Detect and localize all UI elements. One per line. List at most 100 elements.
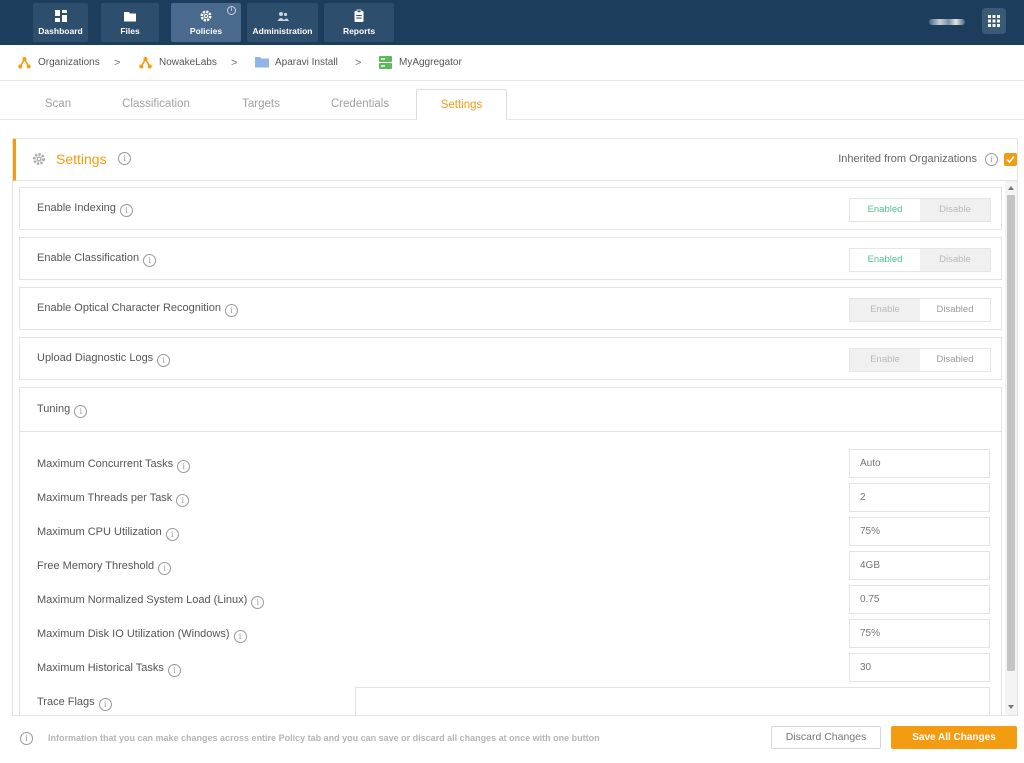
info-icon[interactable]: i [985, 153, 998, 166]
info-icon[interactable]: i [119, 204, 133, 217]
field-label: Maximum Historical Tasks i [37, 662, 181, 677]
nav-reports-label: Reports [342, 26, 376, 36]
field-label-text: Maximum Historical Tasks [37, 662, 164, 674]
max-system-load-input[interactable] [849, 585, 990, 614]
scroll-down-icon[interactable] [1008, 705, 1014, 709]
checkmark-icon [1006, 155, 1015, 164]
tuning-section: Tuningi Maximum Concurrent Tasksi Maximu… [19, 387, 1002, 715]
nav-policies[interactable]: Policies i [171, 3, 241, 42]
folder-icon [255, 57, 269, 68]
info-icon[interactable]: i [177, 460, 191, 473]
tab-credentials[interactable]: Credentials [320, 89, 400, 120]
field-label: Maximum Threads per Task i [37, 492, 190, 507]
inherited-checkbox[interactable] [1004, 153, 1017, 166]
max-cpu-utilization-input[interactable] [849, 517, 990, 546]
footer-info-text: Information that you can make changes ac… [48, 733, 600, 743]
vertical-scrollbar[interactable] [1005, 181, 1017, 715]
setting-label: Enable Classification i [37, 252, 157, 267]
info-icon[interactable]: i [157, 354, 171, 367]
field-label: Trace Flags i [37, 696, 112, 711]
info-icon[interactable]: i [118, 152, 131, 165]
field-label-text: Maximum Normalized System Load (Linux) [37, 594, 248, 606]
tab-classification[interactable]: Classification [110, 89, 202, 120]
info-icon[interactable]: i [74, 405, 88, 418]
tab-settings[interactable]: Settings [416, 89, 507, 120]
field-label-text: Maximum Threads per Task [37, 492, 173, 504]
grid-icon [988, 15, 1000, 27]
setting-label-text: Upload Diagnostic Logs [37, 352, 154, 364]
nav-dashboard[interactable]: Dashboard [33, 3, 88, 42]
field-label-text: Maximum Disk IO Utilization (Windows) [37, 628, 230, 640]
users-icon [277, 12, 289, 21]
scrollbar-thumb[interactable] [1007, 195, 1015, 671]
nav-administration[interactable]: Administration [247, 3, 318, 42]
policy-tabs: Scan Classification Targets Credentials … [0, 81, 1024, 120]
indexing-toggle: Enabled Disable [849, 198, 991, 222]
trace-flags-input[interactable] [355, 687, 990, 715]
field-label-text: Maximum CPU Utilization [37, 526, 162, 538]
user-name-blurred[interactable] [929, 19, 965, 25]
info-icon[interactable]: i [165, 528, 179, 541]
ocr-disabled-option[interactable]: Disabled [920, 299, 990, 321]
top-navigation: Dashboard Files Policies i Administratio… [0, 0, 1024, 45]
info-icon: i [227, 6, 236, 15]
setting-row-indexing: Enable Indexing i Enabled Disable [19, 187, 1002, 230]
save-all-changes-button[interactable]: Save All Changes [891, 726, 1017, 749]
field-label-text: Trace Flags [37, 696, 95, 708]
max-disk-io-input[interactable] [849, 619, 990, 648]
field-row: Trace Flags i [20, 687, 1001, 715]
max-historical-tasks-input[interactable] [849, 653, 990, 682]
setting-label: Upload Diagnostic Logs i [37, 352, 171, 367]
field-label: Maximum Concurrent Tasks i [37, 458, 191, 473]
field-label: Free Memory Threshold i [37, 560, 172, 575]
info-icon[interactable]: i [98, 698, 112, 711]
setting-row-classification: Enable Classification i Enabled Disable [19, 237, 1002, 280]
breadcrumb-nowakelabs[interactable]: NowakeLabs [139, 55, 224, 71]
nav-reports[interactable]: Reports [324, 3, 394, 42]
diagnostic-logs-toggle: Enable Disabled [849, 348, 991, 372]
setting-row-diagnostic-logs: Upload Diagnostic Logs i Enable Disabled [19, 337, 1002, 380]
breadcrumb-myaggregator[interactable]: MyAggregator [379, 55, 479, 71]
info-icon[interactable]: i [176, 494, 190, 507]
ocr-enable-option[interactable]: Enable [850, 299, 920, 321]
nav-dashboard-label: Dashboard [38, 26, 83, 36]
field-row: Maximum Threads per Task i [20, 483, 1001, 513]
info-icon[interactable]: i [251, 596, 265, 609]
apps-button[interactable] [982, 8, 1006, 34]
max-threads-per-task-input[interactable] [849, 483, 990, 512]
indexing-disable-option[interactable]: Disable [920, 199, 990, 221]
discard-changes-button[interactable]: Discard Changes [771, 726, 881, 749]
breadcrumb-aparavi-install[interactable]: Aparavi Install [255, 55, 350, 71]
diagnostic-logs-enable-option[interactable]: Enable [850, 349, 920, 371]
nav-files[interactable]: Files [101, 3, 159, 42]
free-memory-threshold-input[interactable] [849, 551, 990, 580]
breadcrumb-label: Organizations [38, 57, 100, 68]
info-icon[interactable]: i [233, 630, 247, 643]
classification-enabled-option[interactable]: Enabled [850, 249, 920, 271]
breadcrumb-organizations[interactable]: Organizations [18, 55, 108, 71]
scroll-up-icon[interactable] [1008, 186, 1014, 190]
tab-targets[interactable]: Targets [226, 89, 296, 120]
panel-title: Settings [56, 151, 107, 167]
setting-label-text: Enable Indexing [37, 202, 116, 214]
field-row: Maximum Concurrent Tasks i [20, 449, 1001, 479]
diagnostic-logs-disabled-option[interactable]: Disabled [920, 349, 990, 371]
ocr-toggle: Enable Disabled [849, 298, 991, 322]
info-icon[interactable]: i [225, 304, 239, 317]
tab-scan[interactable]: Scan [30, 89, 86, 120]
info-icon[interactable]: i [167, 664, 181, 677]
info-icon[interactable]: i [158, 562, 172, 575]
indexing-enabled-option[interactable]: Enabled [850, 199, 920, 221]
field-label-text: Maximum Concurrent Tasks [37, 458, 174, 470]
field-label: Maximum Normalized System Load (Linux) i [37, 594, 265, 609]
gear-icon [33, 153, 45, 165]
field-label: Maximum Disk IO Utilization (Windows) i [37, 628, 247, 643]
classification-disable-option[interactable]: Disable [920, 249, 990, 271]
info-icon: i [20, 732, 33, 745]
max-concurrent-tasks-input[interactable] [849, 449, 990, 478]
nav-policies-label: Policies [189, 26, 223, 36]
settings-scroll-area[interactable]: Enable Indexing i Enabled Disable Enable … [13, 181, 1017, 715]
info-icon[interactable]: i [143, 254, 157, 267]
setting-label-text: Enable Optical Character Recognition [37, 302, 222, 314]
field-row: Maximum Disk IO Utilization (Windows) i [20, 619, 1001, 649]
